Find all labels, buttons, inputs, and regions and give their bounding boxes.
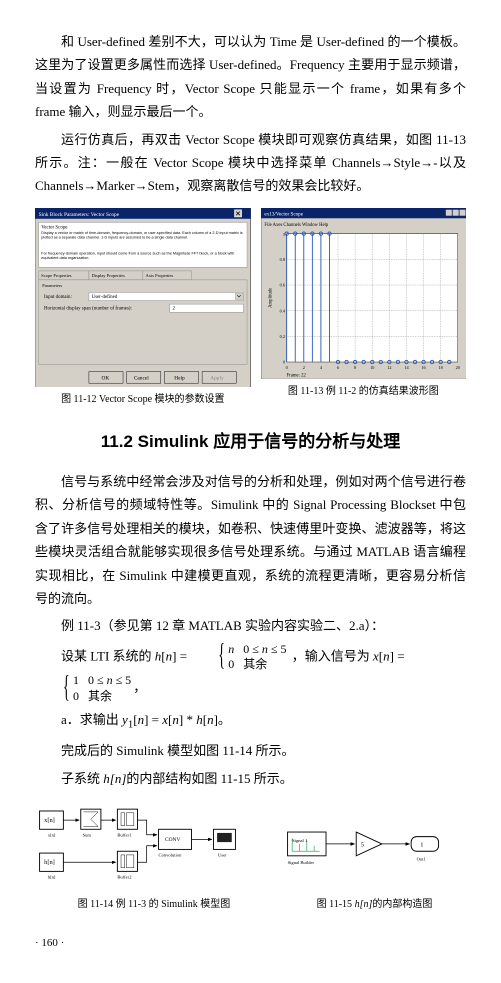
svg-text:2: 2 — [302, 365, 304, 370]
plot-menu[interactable]: File Axes Channels Window Help — [264, 223, 328, 228]
caption-11-13: 图 11-13 例 11-2 的仿真结果波形图 — [261, 383, 466, 401]
figure-11-12: Sink Block Parameters: Vector Scope Vect… — [35, 208, 251, 410]
horizontal-span-input[interactable] — [170, 304, 244, 312]
svg-text:Sum: Sum — [83, 833, 92, 838]
svg-text:10: 10 — [370, 365, 374, 370]
svg-text:8: 8 — [354, 365, 356, 370]
svg-text:Display Properties: Display Properties — [92, 273, 126, 278]
minimize-icon[interactable] — [445, 209, 451, 215]
svg-text:Axis Properties: Axis Properties — [146, 273, 174, 278]
page-number: · 160 · — [35, 934, 466, 954]
svg-text:Buffer2: Buffer2 — [117, 875, 132, 880]
plot-xlabel: Frame: 22 — [286, 373, 306, 378]
svg-text:h[n]: h[n] — [44, 859, 55, 866]
svg-text:Scope Properties: Scope Properties — [41, 273, 72, 278]
svg-text:h[n]: h[n] — [48, 875, 56, 880]
plot-title: ex13/Vector Scope — [264, 211, 303, 217]
dialog-screenshot: Sink Block Parameters: Vector Scope Vect… — [35, 208, 251, 388]
section-title-11-2: 11.2 Simulink 应用于信号的分析与处理 — [35, 427, 466, 458]
figure-11-13: ex13/Vector Scope File Axes Channels Win… — [261, 208, 466, 410]
parameters-label: Parameters — [42, 283, 62, 288]
dialog-title: Sink Block Parameters: Vector Scope — [39, 212, 120, 218]
caption-11-15: 图 11-15 h[n]的内部构造图 — [283, 896, 466, 914]
figure-11-15: Signal 1 Signal Builder 5 1 Out1 图 11-15… — [283, 800, 466, 914]
svg-text:0.4: 0.4 — [279, 308, 285, 313]
maximize-icon[interactable] — [452, 209, 458, 215]
svg-text:0.6: 0.6 — [279, 282, 284, 287]
paragraph-6: 子系统 h[n]的内部结构如图 11-15 所示。 — [35, 767, 466, 790]
svg-text:User-defined: User-defined — [92, 295, 118, 300]
plot-ylabel: Amplitude — [268, 288, 273, 308]
svg-text:6: 6 — [337, 365, 339, 370]
figures-row-1: Sink Block Parameters: Vector Scope Vect… — [35, 208, 466, 410]
svg-text:Apply: Apply — [210, 375, 224, 381]
paragraph-1: 和 User-defined 差别不大，可以认为 Time 是 User-def… — [35, 30, 466, 124]
svg-text:0: 0 — [282, 359, 284, 364]
svg-text:5: 5 — [361, 842, 364, 849]
svg-text:CONV: CONV — [165, 837, 181, 843]
caption-11-14: 图 11-14 例 11-3 的 Simulink 模型图 — [35, 896, 273, 914]
simulink-model-11-14: x[n] x[n] h[n] h[n] Sum Buffer1 Buffer2 … — [35, 800, 273, 892]
paragraph-3: 信号与系统中经常会涉及对信号的分析和处理，例如对两个信号进行卷积、分析信号的频域… — [35, 470, 466, 610]
svg-text:1: 1 — [282, 232, 284, 237]
svg-text:0.2: 0.2 — [279, 334, 284, 339]
caption-11-12: 图 11-12 Vector Scope 模块的参数设置 — [35, 391, 251, 409]
svg-text:Help: Help — [174, 375, 185, 381]
input-domain-label: Input domain: — [44, 295, 72, 300]
paragraph-2: 运行仿真后，再双击 Vector Scope 模块即可观察仿真结果，如图 11-… — [35, 128, 466, 198]
svg-text:16: 16 — [421, 365, 425, 370]
horizontal-span-label: Horizontal display span (number of frame… — [44, 306, 132, 311]
svg-text:1: 1 — [420, 842, 423, 849]
svg-text:18: 18 — [438, 365, 442, 370]
svg-text:20: 20 — [455, 365, 459, 370]
paragraph-5: 完成后的 Simulink 模型如图 11-14 所示。 — [35, 739, 466, 762]
vector-scope-plot: ex13/Vector Scope File Axes Channels Win… — [261, 208, 466, 379]
close-icon[interactable] — [459, 209, 465, 215]
apply-button[interactable]: Apply — [202, 371, 236, 383]
svg-text:OK: OK — [101, 375, 109, 381]
question-a: a．求输出 y1[n] = x[n] * h[n]。 — [35, 708, 466, 735]
svg-text:0.8: 0.8 — [279, 257, 284, 262]
formula-system: 设某 LTI 系统的 h[n] = n 0 ≤ n ≤ 5 0 其余 ，输入信号… — [35, 642, 466, 704]
svg-text:User: User — [218, 853, 227, 858]
figure-11-14: x[n] x[n] h[n] h[n] Sum Buffer1 Buffer2 … — [35, 800, 273, 914]
cancel-button[interactable]: Cancel — [127, 371, 161, 383]
svg-text:Buffer1: Buffer1 — [117, 833, 131, 838]
svg-text:Signal Builder: Signal Builder — [288, 860, 315, 865]
help-button[interactable]: Help — [164, 371, 198, 383]
svg-text:Out1: Out1 — [417, 856, 426, 861]
svg-text:Cancel: Cancel — [134, 375, 149, 381]
ok-button[interactable]: OK — [89, 371, 123, 383]
svg-text:x[n]: x[n] — [48, 833, 56, 838]
svg-text:0: 0 — [285, 365, 287, 370]
chevron-down-icon[interactable] — [235, 293, 242, 299]
example-11-3: 例 11-3（参见第 12 章 MATLAB 实验内容实验二、2.a）： — [35, 614, 466, 637]
svg-text:12: 12 — [387, 365, 391, 370]
svg-text:Signal 1: Signal 1 — [292, 838, 307, 843]
dialog-desc-2: For frequency-domain operation, input sh… — [41, 251, 244, 260]
svg-text:Convolution: Convolution — [159, 853, 183, 858]
figures-row-2: x[n] x[n] h[n] h[n] Sum Buffer1 Buffer2 … — [35, 800, 466, 914]
svg-text:x[n]: x[n] — [44, 817, 55, 824]
dialog-desc-1: Display a vector or matrix of time-domai… — [41, 230, 244, 239]
simulink-model-11-15: Signal 1 Signal Builder 5 1 Out1 — [283, 800, 466, 892]
